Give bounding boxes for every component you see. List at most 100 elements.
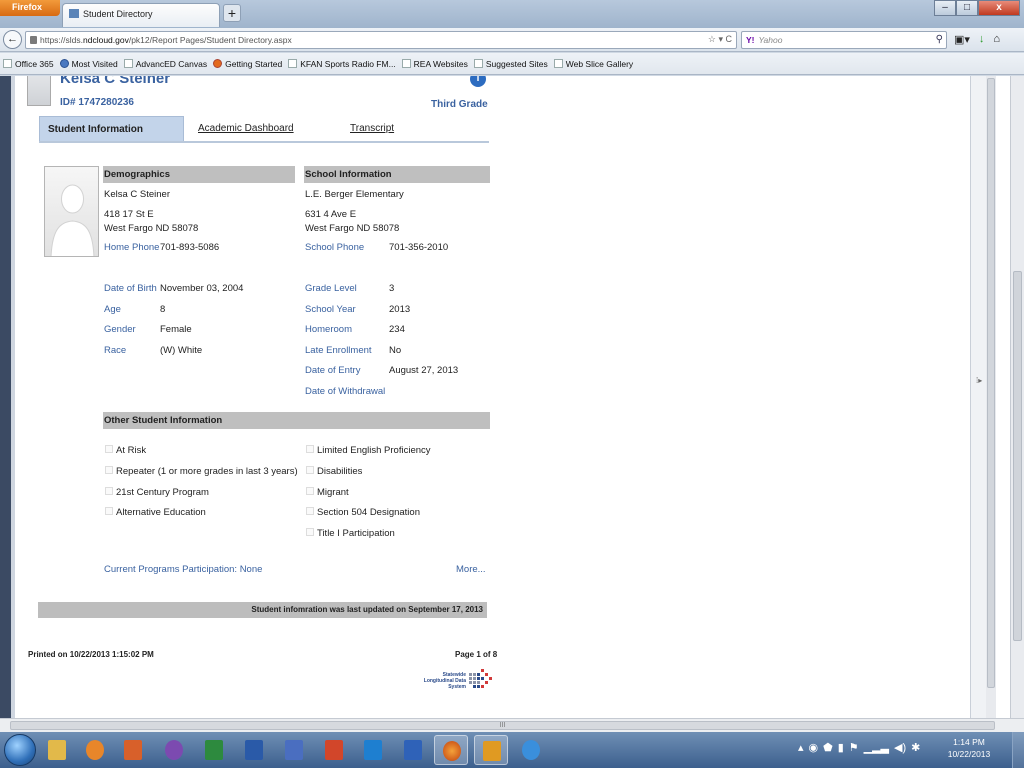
home-icon[interactable]: ⌂ [993,33,1000,46]
school-name: L.E. Berger Elementary [305,189,404,200]
bookmark-page-icon [3,59,12,68]
taskbar-internet-explorer[interactable] [514,735,548,765]
tab-student-directory[interactable]: Student Directory [62,3,220,27]
school-address-line2: West Fargo ND 58078 [305,223,400,234]
excel-icon [205,740,223,760]
horizontal-scrollbar[interactable]: III [0,718,1024,732]
taskbar-powerpoint[interactable] [317,735,351,765]
infopath-icon [285,740,303,760]
race-value: (W) White [160,345,203,356]
navigation-bar: ← https://slds.ndcloud.gov/pk12/Report P… [0,28,1024,52]
tray-network-icon[interactable]: ▮ [838,741,844,754]
bookmark-office-365[interactable]: Office 365 [3,59,54,69]
current-programs-link[interactable]: Current Programs Participation: None [104,564,262,575]
start-button[interactable] [4,734,36,766]
internet-explorer-icon [522,740,540,760]
firefox-menu-button[interactable]: Firefox [0,0,60,16]
app-icon [165,740,183,760]
tray-app-icon[interactable]: ◉ [809,741,819,754]
bookmark-advanced-canvas[interactable]: AdvancED Canvas [123,59,207,69]
bookmark-getting-started[interactable]: Getting Started [213,59,282,69]
last-updated-bar: Student infomration was last updated on … [38,602,487,618]
search-icon[interactable]: ⚲ [936,34,943,45]
report-scroll-thumb[interactable] [987,78,995,688]
minimize-icon[interactable]: – [934,0,956,16]
taskbar-app-purple[interactable] [157,735,191,765]
lync-icon [364,740,382,760]
student-photo-placeholder [44,166,99,257]
homeroom-label: Homeroom [305,324,352,335]
more-link[interactable]: More... [456,564,486,575]
firefox-icon [213,59,223,68]
taskbar-word[interactable] [237,735,271,765]
other-student-information-heading: Other Student Information [103,412,490,429]
document-border [11,76,15,718]
page-scroll-thumb[interactable] [1013,271,1022,641]
url-tools-icons[interactable]: ☆ ▾ C [708,34,732,45]
tab-title: Student Directory [83,9,153,19]
yahoo-logo-icon[interactable]: Y! [746,35,755,45]
dob-value: November 03, 2004 [160,283,244,294]
taskbar-media-player[interactable] [78,735,112,765]
viewer-right-panel [970,76,986,718]
show-desktop-button[interactable] [1012,732,1024,768]
bookmark-suggested-sites[interactable]: Suggested Sites [473,59,548,69]
grade-label: Third Grade [431,99,488,110]
demographics-heading: Demographics [103,166,295,183]
report-vertical-scrollbar[interactable] [986,76,996,718]
close-icon[interactable]: x [978,0,1020,16]
tab-academic-dashboard[interactable]: Academic Dashboard [198,116,294,141]
horizontal-scroll-thumb[interactable]: III [10,721,995,730]
taskbar-paint[interactable] [116,735,150,765]
tray-flag-icon[interactable]: ⚑ [849,741,859,754]
back-arrow-icon[interactable]: ← [3,30,22,49]
taskbar-firefox[interactable] [434,735,468,765]
tray-signal-icon[interactable]: ▁▂▃ [864,741,889,754]
taskbar-excel[interactable] [197,735,231,765]
date-of-withdrawal-label: Date of Withdrawal [305,386,386,397]
tray-bluetooth-icon[interactable]: ✱ [911,741,920,754]
tab-transcript[interactable]: Transcript [350,116,394,141]
lock-icon [30,36,37,44]
bookmark-kfan[interactable]: KFAN Sports Radio FM... [288,59,396,69]
alternative-education-checkbox [105,507,113,515]
bookmark-web-slice-gallery[interactable]: Web Slice Gallery [553,59,633,69]
url-path: /pk12/Report Pages/Student Directory.asp… [128,35,292,45]
demographics-name: Kelsa C Steiner [104,189,171,200]
volume-icon[interactable]: ◀) [894,741,906,754]
maximize-icon[interactable]: □ [956,0,978,16]
most-visited-icon [59,59,69,68]
powerpoint-icon [325,740,343,760]
dob-label: Date of Birth [104,283,157,294]
tray-shield-icon[interactable]: ⬟ [823,741,833,754]
windows-taskbar: ▴ ◉ ⬟ ▮ ⚑ ▁▂▃ ◀) ✱ 1:14 PM 10/22/2013 [0,732,1024,768]
taskbar-lync[interactable] [356,735,390,765]
taskbar-infopath[interactable] [277,735,311,765]
download-icon[interactable]: ↓ [979,33,985,46]
printed-on-text: Printed on 10/22/2013 1:15:02 PM [28,650,154,659]
taskbar-explorer[interactable] [40,735,74,765]
taskbar-word-doc[interactable] [396,735,430,765]
word-document-icon [404,740,422,760]
home-phone-label: Home Phone [104,242,160,253]
bookmark-most-visited[interactable]: Most Visited [59,59,118,69]
taskbar-outlook[interactable] [474,735,508,765]
page-vertical-scrollbar[interactable] [1010,76,1024,718]
slds-logo-text: Statewide Longitudinal Data System [423,672,466,690]
search-input[interactable]: Y! Yahoo ⚲ [741,31,947,49]
new-tab-button[interactable]: + [223,4,241,22]
taskbar-clock[interactable]: 1:14 PM 10/22/2013 [944,736,994,760]
bookmark-rea-websites[interactable]: REA Websites [401,59,468,69]
clock-time: 1:14 PM [953,737,985,747]
tray-expand-icon[interactable]: ▴ [798,741,804,754]
info-icon[interactable]: i [470,76,486,87]
tab-student-information[interactable]: Student Information [39,116,184,141]
panel-splitter-icon[interactable]: ⁞▸ [976,376,982,385]
school-year-value: 2013 [389,304,411,315]
repeater-label: Repeater (1 or more grades in last 3 yea… [116,466,298,477]
disabilities-label: Disabilities [317,466,363,477]
paint-icon [124,740,142,760]
page-favicon-icon [69,9,79,18]
bookmarks-menu-icon[interactable]: ▣▾ [954,33,970,46]
url-bar[interactable]: https://slds.ndcloud.gov/pk12/Report Pag… [25,31,737,49]
